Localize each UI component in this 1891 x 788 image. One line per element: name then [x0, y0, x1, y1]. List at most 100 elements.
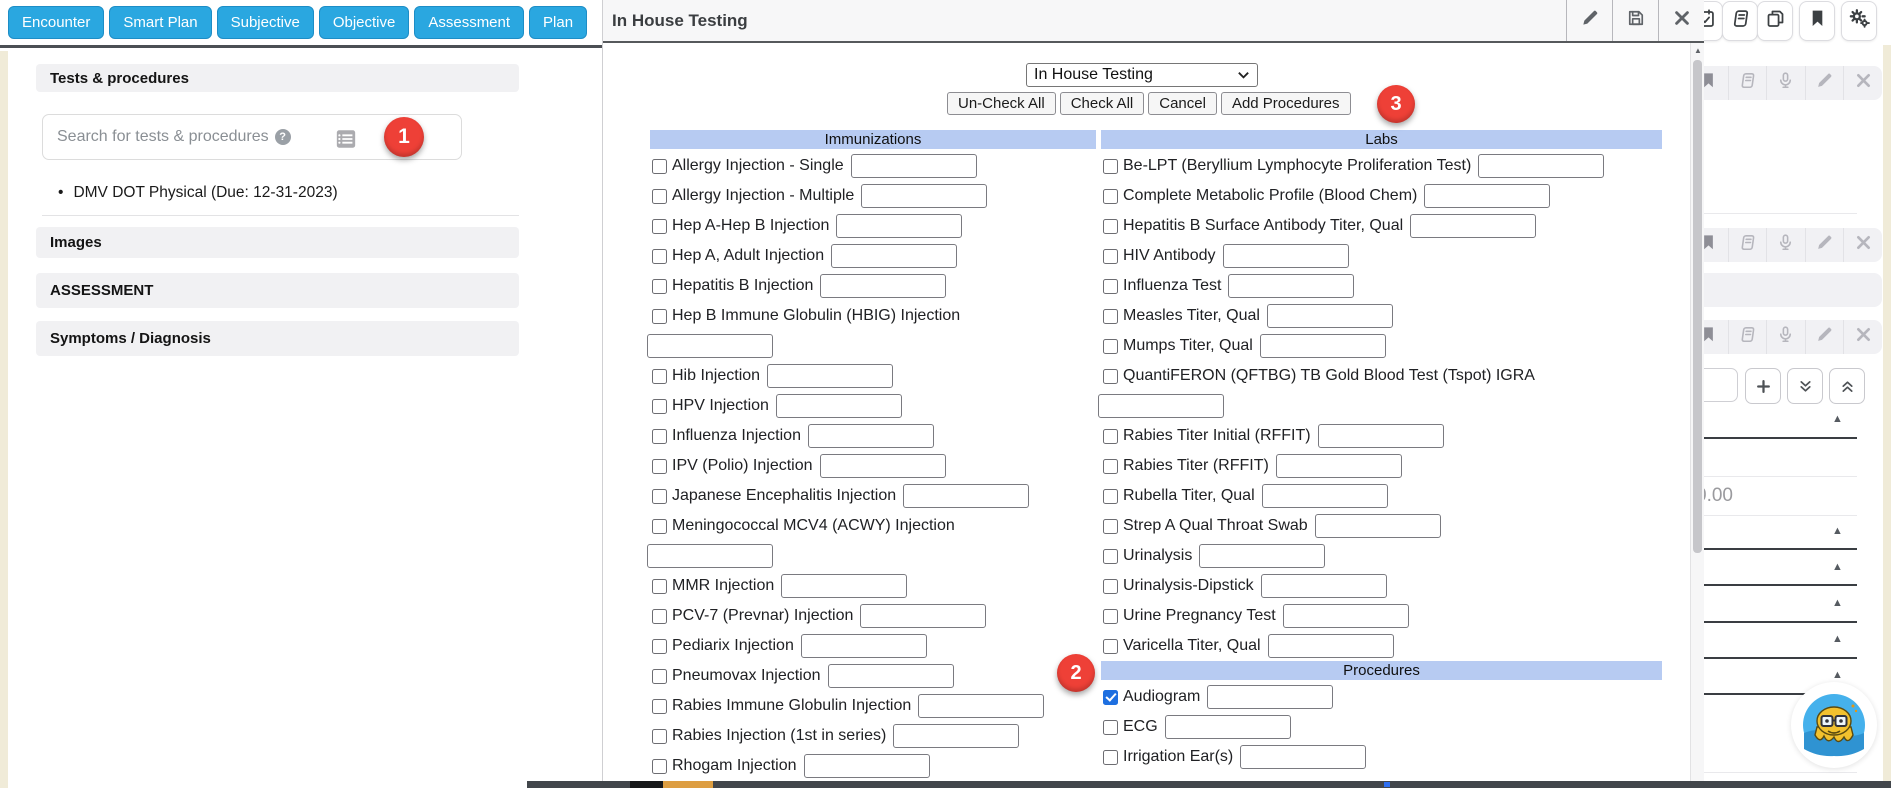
item-checkbox[interactable]	[652, 309, 667, 324]
un-check-all-button[interactable]: Un-Check All	[947, 92, 1056, 115]
item-value-input[interactable]	[1165, 715, 1291, 739]
help-icon[interactable]: ?	[275, 129, 291, 145]
item-checkbox[interactable]	[652, 249, 667, 264]
procedure-type-select[interactable]: In House Testing	[1026, 63, 1258, 87]
item-checkbox[interactable]	[1103, 189, 1118, 204]
bookmark-button[interactable]	[1799, 1, 1835, 41]
item-value-input[interactable]	[1267, 304, 1393, 328]
item-checkbox[interactable]	[652, 729, 667, 744]
item-value-input[interactable]	[1262, 484, 1388, 508]
item-checkbox[interactable]	[652, 639, 667, 654]
save-button[interactable]	[1612, 0, 1658, 41]
mascot-widget-button[interactable]	[1791, 682, 1877, 768]
item-checkbox[interactable]	[1103, 720, 1118, 735]
item-value-input[interactable]	[851, 154, 977, 178]
pencil-button[interactable]	[1806, 320, 1845, 354]
pencil-button[interactable]	[1806, 228, 1845, 262]
item-value-input[interactable]	[781, 574, 907, 598]
item-value-input[interactable]	[1315, 514, 1441, 538]
item-value-input[interactable]	[1240, 745, 1366, 769]
scrollbar-thumb[interactable]	[1693, 60, 1702, 553]
item-value-input[interactable]	[820, 274, 946, 298]
item-checkbox[interactable]	[1103, 489, 1118, 504]
item-checkbox[interactable]	[652, 609, 667, 624]
item-checkbox[interactable]	[1103, 309, 1118, 324]
section-symptoms-diagnosis[interactable]: Symptoms / Diagnosis	[36, 321, 519, 356]
item-checkbox[interactable]	[652, 369, 667, 384]
item-value-input[interactable]	[647, 334, 773, 358]
item-checkbox[interactable]	[652, 189, 667, 204]
item-checkbox[interactable]	[1103, 369, 1118, 384]
item-checkbox[interactable]	[652, 519, 667, 534]
item-checkbox[interactable]	[1103, 609, 1118, 624]
book-button[interactable]	[1722, 1, 1758, 41]
book-button[interactable]	[1729, 320, 1768, 354]
item-checkbox[interactable]	[1103, 429, 1118, 444]
item-checkbox[interactable]	[1103, 639, 1118, 654]
close-button[interactable]	[1844, 66, 1882, 100]
item-value-input[interactable]	[1424, 184, 1550, 208]
nav-button-plan[interactable]: Plan	[529, 6, 587, 39]
item-checkbox[interactable]	[652, 699, 667, 714]
nav-button-smart-plan[interactable]: Smart Plan	[109, 6, 211, 39]
cancel-button[interactable]: Cancel	[1148, 92, 1217, 115]
item-checkbox[interactable]	[652, 219, 667, 234]
item-value-input[interactable]	[1223, 244, 1349, 268]
item-value-input[interactable]	[1228, 274, 1354, 298]
item-value-input[interactable]	[767, 364, 893, 388]
nav-button-encounter[interactable]: Encounter	[8, 6, 104, 39]
item-checkbox[interactable]	[652, 579, 667, 594]
item-value-input[interactable]	[801, 634, 927, 658]
microphone-button[interactable]	[1767, 320, 1806, 354]
collapse-caret[interactable]: ▲	[1832, 669, 1843, 681]
item-value-input[interactable]	[1207, 685, 1333, 709]
copy-button[interactable]	[1757, 1, 1793, 41]
item-value-input[interactable]	[831, 244, 957, 268]
section-tests-procedures[interactable]: Tests & procedures	[36, 64, 519, 92]
close-button[interactable]	[1658, 0, 1704, 41]
item-value-input[interactable]	[1283, 604, 1409, 628]
item-checkbox[interactable]	[1103, 219, 1118, 234]
item-value-input[interactable]	[903, 484, 1029, 508]
dialog-scrollbar[interactable]: ▲	[1690, 43, 1704, 781]
section-assessment[interactable]: ASSESSMENT	[36, 273, 519, 308]
nav-button-subjective[interactable]: Subjective	[217, 6, 314, 39]
item-value-input[interactable]	[647, 544, 773, 568]
expand-all-button[interactable]	[1829, 368, 1865, 404]
item-value-input[interactable]	[1268, 634, 1394, 658]
gears-button[interactable]	[1841, 1, 1877, 41]
item-value-input[interactable]	[820, 454, 946, 478]
close-button[interactable]	[1844, 320, 1882, 354]
collapse-caret[interactable]: ▲	[1832, 597, 1843, 609]
item-checkbox[interactable]	[1103, 339, 1118, 354]
item-checkbox[interactable]	[1103, 279, 1118, 294]
item-checkbox[interactable]	[1103, 579, 1118, 594]
item-checkbox[interactable]	[1103, 459, 1118, 474]
item-value-input[interactable]	[1098, 394, 1224, 418]
section-images[interactable]: Images	[36, 227, 519, 258]
item-checkbox[interactable]	[652, 159, 667, 174]
item-value-input[interactable]	[1410, 214, 1536, 238]
item-value-input[interactable]	[1260, 334, 1386, 358]
item-value-input[interactable]	[776, 394, 902, 418]
item-value-input[interactable]	[893, 724, 1019, 748]
item-checkbox[interactable]	[1103, 690, 1118, 705]
check-all-button[interactable]: Check All	[1060, 92, 1145, 115]
item-value-input[interactable]	[804, 754, 930, 778]
microphone-button[interactable]	[1767, 66, 1806, 100]
collapse-all-button[interactable]	[1787, 368, 1823, 404]
item-checkbox[interactable]	[1103, 750, 1118, 765]
item-value-input[interactable]	[836, 214, 962, 238]
pencil-button[interactable]	[1566, 0, 1612, 41]
book-button[interactable]	[1729, 228, 1768, 262]
item-checkbox[interactable]	[652, 459, 667, 474]
collapse-caret[interactable]: ▲	[1832, 561, 1843, 573]
collapse-caret[interactable]: ▲	[1832, 633, 1843, 645]
add-button[interactable]	[1745, 368, 1781, 404]
collapse-caret[interactable]: ▲	[1832, 413, 1843, 425]
item-value-input[interactable]	[1478, 154, 1604, 178]
item-checkbox[interactable]	[1103, 249, 1118, 264]
item-checkbox[interactable]	[652, 669, 667, 684]
pencil-button[interactable]	[1806, 66, 1845, 100]
list-icon[interactable]	[335, 128, 357, 147]
